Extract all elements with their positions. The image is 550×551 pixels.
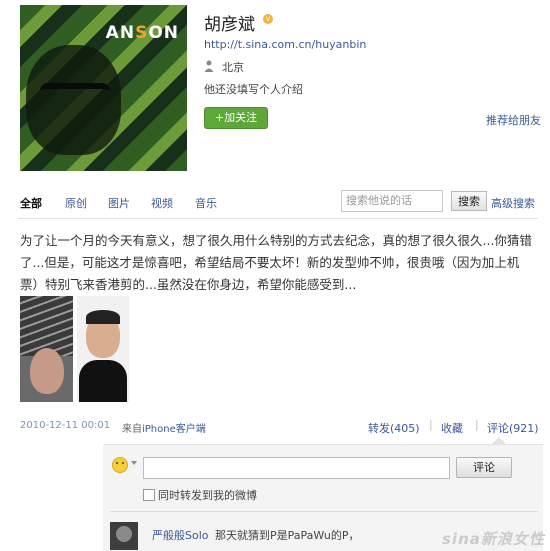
separator: | xyxy=(429,418,433,431)
advanced-search-link[interactable]: 高级搜索 xyxy=(491,195,535,211)
avatar-logo: ANSON xyxy=(106,23,179,43)
also-repost-label: 同时转发到我的微博 xyxy=(158,489,257,502)
chevron-down-icon[interactable] xyxy=(131,461,137,465)
divider xyxy=(18,218,538,219)
sina-watermark: sina新浪女性 xyxy=(442,530,545,548)
verified-badge-icon: v xyxy=(263,14,273,24)
repost-link[interactable]: 转发(405) xyxy=(368,420,420,436)
profile-bio: 他还没填写个人介绍 xyxy=(204,83,303,96)
recommend-to-friends-link[interactable]: 推荐给朋友 xyxy=(486,112,541,128)
comment-link[interactable]: 评论(921) xyxy=(487,420,539,436)
divider xyxy=(110,511,538,512)
logo-letter: A xyxy=(105,23,120,43)
comment-text: 那天就猜到P是PaPaWu的P， xyxy=(215,529,360,542)
logo-letter: N xyxy=(163,23,179,43)
image-hair-detail xyxy=(86,310,120,324)
search-input[interactable]: 搜索他说的话 xyxy=(341,190,443,212)
image-body-detail xyxy=(79,360,127,402)
tab-videos[interactable]: 视频 xyxy=(151,195,173,211)
profile-avatar[interactable]: ANSON xyxy=(20,5,187,171)
tab-pictures[interactable]: 图片 xyxy=(108,195,130,211)
commenter-name-link[interactable]: 严般般Solo xyxy=(152,527,209,543)
post-text: 为了让一个月的今天有意义，想了很久用什么特别的方式去纪念，真的想了很久很久...… xyxy=(20,233,532,292)
post-source-prefix: 来自 xyxy=(122,424,142,435)
profile-url-link[interactable]: http://t.sina.com.cn/huyanbin xyxy=(204,38,366,51)
logo-letter: N xyxy=(119,23,136,43)
avatar-glasses xyxy=(40,83,110,107)
post-image-portrait[interactable] xyxy=(77,296,129,402)
commenter-avatar[interactable] xyxy=(110,522,138,550)
follow-button[interactable]: +加关注 xyxy=(204,107,268,129)
post-image-haircut[interactable] xyxy=(20,296,73,402)
post-source: 来自iPhone客户端 xyxy=(122,420,206,435)
tab-music[interactable]: 音乐 xyxy=(195,195,217,211)
emoji-icon[interactable] xyxy=(112,457,128,473)
separator: | xyxy=(475,418,479,431)
image-ear-detail xyxy=(30,348,64,394)
submit-comment-button[interactable]: 评论 xyxy=(456,457,512,478)
logo-letter: O xyxy=(148,23,164,43)
comment-panel-arrow xyxy=(492,437,506,444)
profile-location: 北京 xyxy=(222,61,244,74)
comment-input[interactable] xyxy=(143,457,450,479)
tab-all[interactable]: 全部 xyxy=(20,195,42,211)
search-button[interactable]: 搜索 xyxy=(451,191,487,211)
profile-name: 胡彦斌 xyxy=(204,15,255,35)
person-icon xyxy=(204,60,214,72)
post-source-link[interactable]: iPhone客户端 xyxy=(142,424,206,435)
post-timestamp-link[interactable]: 2010-12-11 00:01 xyxy=(20,420,110,431)
also-repost-checkbox[interactable] xyxy=(143,489,155,501)
tab-original[interactable]: 原创 xyxy=(65,195,87,211)
favorite-link[interactable]: 收藏 xyxy=(441,420,463,436)
logo-letter: S xyxy=(135,23,149,43)
image-hair-detail xyxy=(20,296,73,356)
